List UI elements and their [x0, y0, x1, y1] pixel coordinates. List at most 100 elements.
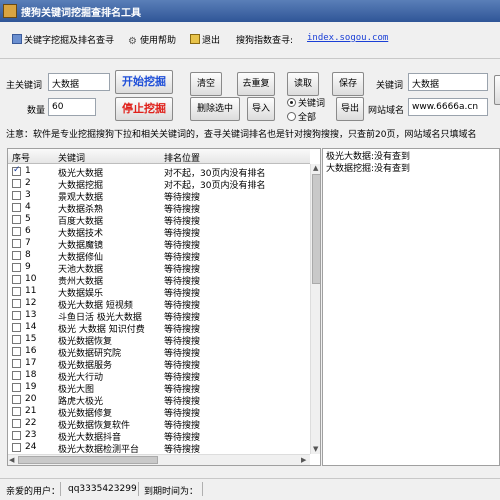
count-input[interactable]: 60 [48, 98, 96, 116]
row-checkbox[interactable] [12, 227, 21, 236]
table-row[interactable]: 3 景观大数据 等待搜搜 [8, 190, 310, 203]
row-checkbox[interactable] [12, 275, 21, 284]
delete-selected-button[interactable]: 删除选中 [190, 97, 240, 121]
table-row[interactable]: 12 极光大数据 短视频 等待搜搜 [8, 298, 310, 311]
status-divider [138, 482, 139, 496]
sogou-index-link[interactable]: index.sogou.com [307, 33, 388, 43]
save-button[interactable]: 保存 [332, 72, 364, 96]
radio-keyword[interactable]: 关键词 [287, 96, 325, 109]
row-checkbox[interactable] [12, 215, 21, 224]
window-title: 搜狗关键词挖掘查排名工具 [21, 8, 141, 19]
row-checkbox[interactable] [12, 395, 21, 404]
row-checkbox[interactable] [12, 347, 21, 356]
domain-input[interactable]: www.6666a.cn [408, 98, 488, 116]
table-row[interactable]: 17 极光数据服务 等待搜搜 [8, 358, 310, 371]
row-number: 24 [25, 442, 37, 452]
table-row[interactable]: 5 百度大数据 等待搜搜 [8, 214, 310, 227]
table-row[interactable]: 10 贵州大数据 等待搜搜 [8, 274, 310, 287]
status-divider [60, 482, 61, 496]
status-divider [202, 482, 203, 496]
table-row[interactable]: 18 极光大行动 等待搜搜 [8, 370, 310, 383]
result-log[interactable]: 极光大数据:没有查到 大数据挖掘:没有查到 [322, 148, 500, 466]
row-number: 5 [25, 214, 31, 224]
export-button[interactable]: 导出 [336, 97, 364, 121]
row-checkbox[interactable] [12, 431, 21, 440]
row-checkbox[interactable] [12, 419, 21, 428]
row-number: 8 [25, 250, 31, 260]
mining-icon [12, 34, 22, 44]
row-number: 7 [25, 238, 31, 248]
count-label: 数量 [27, 106, 46, 116]
start-mining-button[interactable]: 开始挖掘 [115, 70, 173, 94]
vertical-scrollbar[interactable]: ▲ ▼ [310, 164, 320, 454]
scroll-left-icon[interactable]: ◀ [9, 456, 14, 464]
row-checkbox[interactable] [12, 335, 21, 344]
row-checkbox[interactable] [12, 383, 21, 392]
menu-help[interactable]: ⚙ 使用帮助 [128, 33, 176, 47]
row-checkbox[interactable] [12, 323, 21, 332]
main-keyword-input[interactable]: 大数据 [48, 73, 110, 91]
row-number: 17 [25, 358, 37, 368]
scroll-right-icon[interactable]: ▶ [301, 456, 306, 464]
menu-exit[interactable]: 退出 [190, 33, 220, 46]
row-checkbox[interactable] [12, 179, 21, 188]
table-row[interactable]: 23 极光大数据抖音 等待搜搜 [8, 430, 310, 443]
table-row[interactable]: 1极光大数据对不起，30页内没有排名 [8, 165, 310, 179]
table-row[interactable]: 16 极光数据研究院 等待搜搜 [8, 346, 310, 359]
table-row[interactable]: 19 极光大图 等待搜搜 [8, 382, 310, 395]
row-checkbox[interactable] [12, 165, 21, 176]
read-button[interactable]: 读取 [287, 72, 319, 96]
table-row[interactable]: 22 极光数据恢复软件 等待搜搜 [8, 418, 310, 431]
radio-all[interactable]: 全部 [287, 110, 316, 123]
stop-mining-button[interactable]: 停止挖掘 [115, 97, 173, 121]
clear-button[interactable]: 清空 [190, 72, 222, 96]
table-row[interactable]: 13 斗鱼日活 极光大数据 等待搜搜 [8, 310, 310, 323]
table-row[interactable]: 2 大数据挖掘 对不起，30页内没有排名 [8, 178, 310, 191]
radio-all-dot [287, 112, 296, 121]
vertical-scroll-thumb[interactable] [312, 174, 320, 284]
horizontal-scrollbar[interactable]: ◀ ▶ [8, 454, 310, 465]
row-checkbox[interactable] [12, 191, 21, 200]
table-row[interactable]: 4 大数据杀熟 等待搜搜 [8, 202, 310, 215]
table-row[interactable]: 6 大数据技术 等待搜搜 [8, 226, 310, 239]
gear-icon: ⚙ [128, 36, 137, 47]
row-checkbox[interactable] [12, 239, 21, 248]
row-checkbox[interactable] [12, 311, 21, 320]
row-checkbox[interactable] [12, 263, 21, 272]
table-row[interactable]: 9 天池大数据 等待搜搜 [8, 262, 310, 275]
import-button[interactable]: 导入 [247, 97, 275, 121]
row-number: 12 [25, 298, 37, 308]
table-row[interactable]: 21 极光数据修复 等待搜搜 [8, 406, 310, 419]
table-row[interactable]: 14 极光 大数据 知识付费 等待搜搜 [8, 322, 310, 335]
table-row[interactable]: 11 大数据娱乐 等待搜搜 [8, 286, 310, 299]
main-keyword-label: 主关键词 [6, 81, 43, 91]
col-no-header[interactable]: 序号 [12, 151, 30, 164]
title-bar[interactable]: 搜狗关键词挖掘查排名工具 [0, 0, 500, 22]
row-number: 19 [25, 382, 37, 392]
row-checkbox[interactable] [12, 407, 21, 416]
col-status-header[interactable]: 排名位置 [164, 151, 200, 164]
row-number: 1 [25, 166, 31, 176]
row-checkbox[interactable] [12, 299, 21, 308]
row-checkbox[interactable] [12, 287, 21, 296]
row-checkbox[interactable] [12, 443, 21, 452]
col-keyword-header[interactable]: 关键词 [58, 151, 85, 164]
row-number: 18 [25, 370, 37, 380]
table-row[interactable]: 24 极光大数据检测平台 等待搜搜 [8, 442, 310, 455]
scroll-down-icon[interactable]: ▼ [313, 445, 318, 453]
scroll-up-icon[interactable]: ▲ [313, 164, 318, 172]
row-checkbox[interactable] [12, 371, 21, 380]
row-checkbox[interactable] [12, 359, 21, 368]
dedupe-button[interactable]: 去重复 [237, 72, 275, 96]
rank-query-button[interactable] [494, 75, 500, 105]
row-checkbox[interactable] [12, 251, 21, 260]
table-row[interactable]: 20 路虎大极光 等待搜搜 [8, 394, 310, 407]
table-row[interactable]: 8 大数据修仙 等待搜搜 [8, 250, 310, 263]
table-row[interactable]: 7 大数据魔镜 等待搜搜 [8, 238, 310, 251]
row-checkbox[interactable] [12, 203, 21, 212]
keyword-input[interactable]: 大数据 [408, 73, 488, 91]
exit-icon [190, 34, 200, 44]
menu-keyword-mining[interactable]: 关键字挖掘及排名查寻 [12, 33, 114, 46]
horizontal-scroll-thumb[interactable] [18, 456, 158, 464]
table-row[interactable]: 15 极光数据恢复 等待搜搜 [8, 334, 310, 347]
